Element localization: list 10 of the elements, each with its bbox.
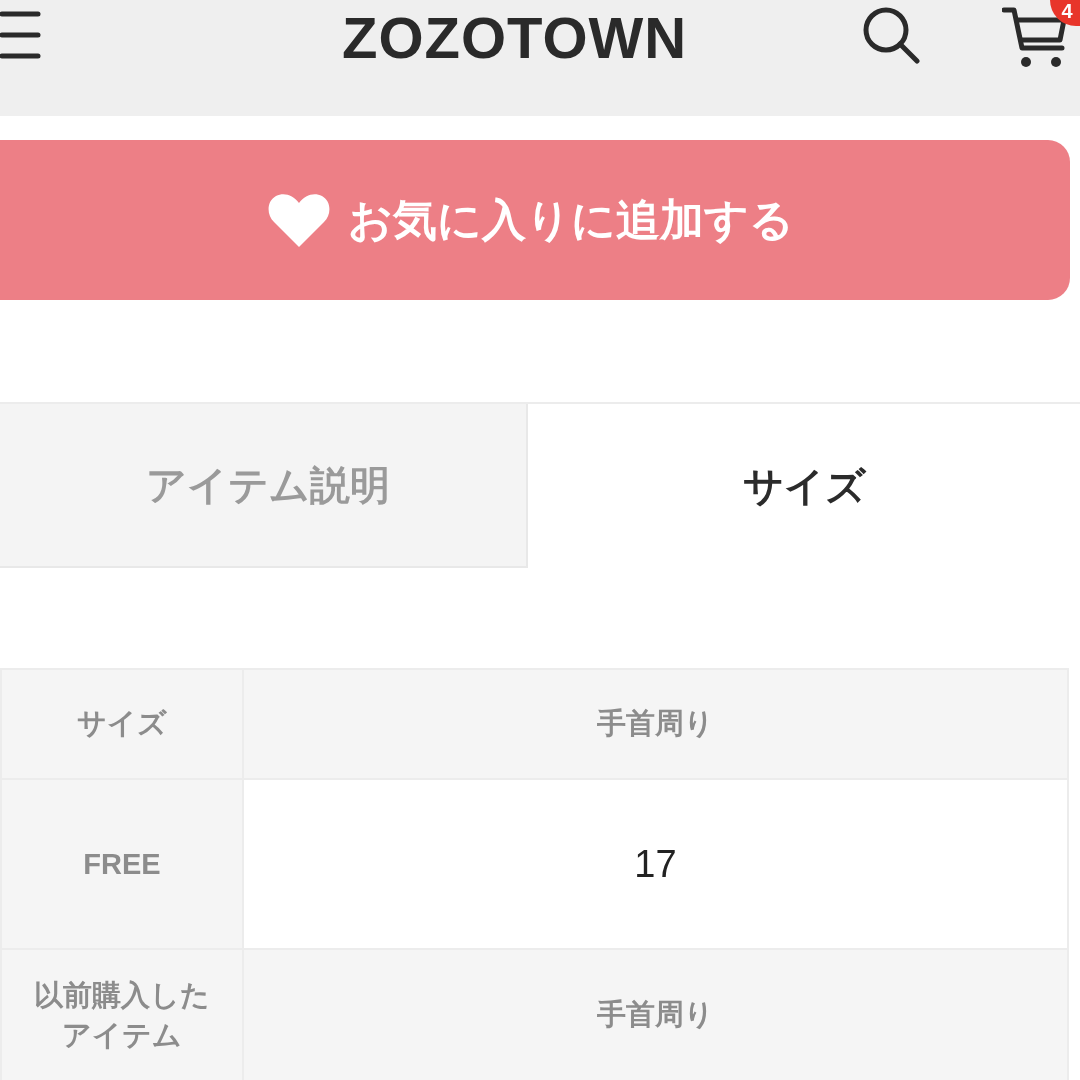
column-header: 手首周り (596, 706, 715, 742)
cart-badge: 4 (1050, 0, 1080, 26)
table-cell: 手首周り (244, 950, 1067, 1080)
row-header: 以前購入したアイテム (2, 950, 244, 1080)
heart-icon (268, 193, 330, 247)
menu-icon[interactable] (0, 11, 42, 59)
search-icon[interactable] (862, 6, 920, 64)
logo[interactable]: ZOZOTOWN (342, 10, 688, 66)
row-header: FREE (2, 780, 244, 948)
column-header: サイズ (2, 670, 244, 778)
